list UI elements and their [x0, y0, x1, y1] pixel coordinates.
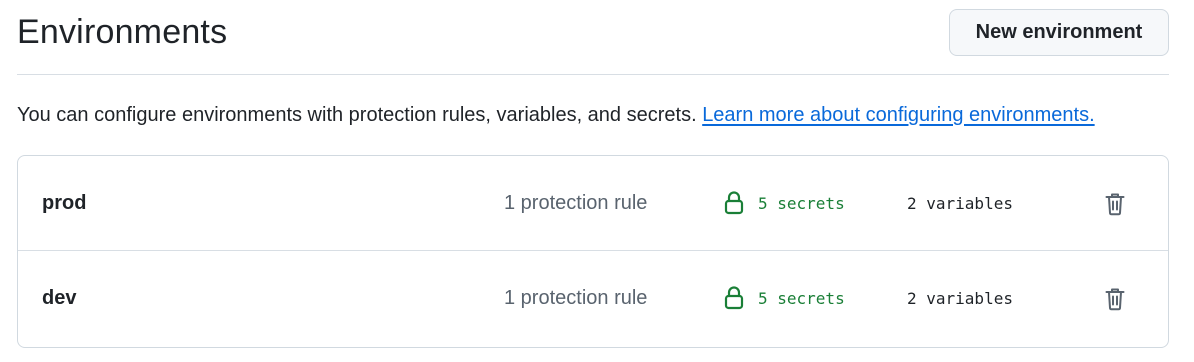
- lock-icon: [724, 191, 744, 215]
- variables-count: 2 variables: [907, 289, 1013, 308]
- page-title: Environments: [17, 13, 228, 51]
- environment-list: prod 1 protection rule 5 secrets 2 varia…: [17, 155, 1169, 348]
- protection-rules-count: 1 protection rule: [504, 287, 648, 309]
- environment-name-link[interactable]: dev: [42, 287, 76, 310]
- secrets-count: 5 secrets: [724, 286, 845, 310]
- new-environment-button[interactable]: New environment: [949, 9, 1169, 56]
- secrets-label: 5 secrets: [758, 193, 845, 213]
- page-header: Environments New environment: [17, 0, 1169, 75]
- environment-name-link[interactable]: prod: [42, 192, 86, 215]
- lock-icon: [724, 286, 744, 310]
- learn-more-link[interactable]: Learn more about configuring environment…: [702, 104, 1094, 126]
- environment-row: dev 1 protection rule 5 secrets 2 variab…: [18, 251, 1168, 347]
- trash-icon: [1105, 193, 1125, 216]
- environment-row: prod 1 protection rule 5 secrets 2 varia…: [18, 156, 1168, 251]
- intro-text: You can configure environments with prot…: [17, 104, 1095, 127]
- secrets-count: 5 secrets: [724, 191, 845, 215]
- delete-environment-button[interactable]: [1102, 190, 1128, 218]
- delete-environment-button[interactable]: [1102, 285, 1128, 313]
- secrets-label: 5 secrets: [758, 288, 845, 308]
- protection-rules-count: 1 protection rule: [504, 192, 648, 214]
- variables-count: 2 variables: [907, 194, 1013, 213]
- trash-icon: [1105, 288, 1125, 311]
- intro-description: You can configure environments with prot…: [17, 104, 703, 126]
